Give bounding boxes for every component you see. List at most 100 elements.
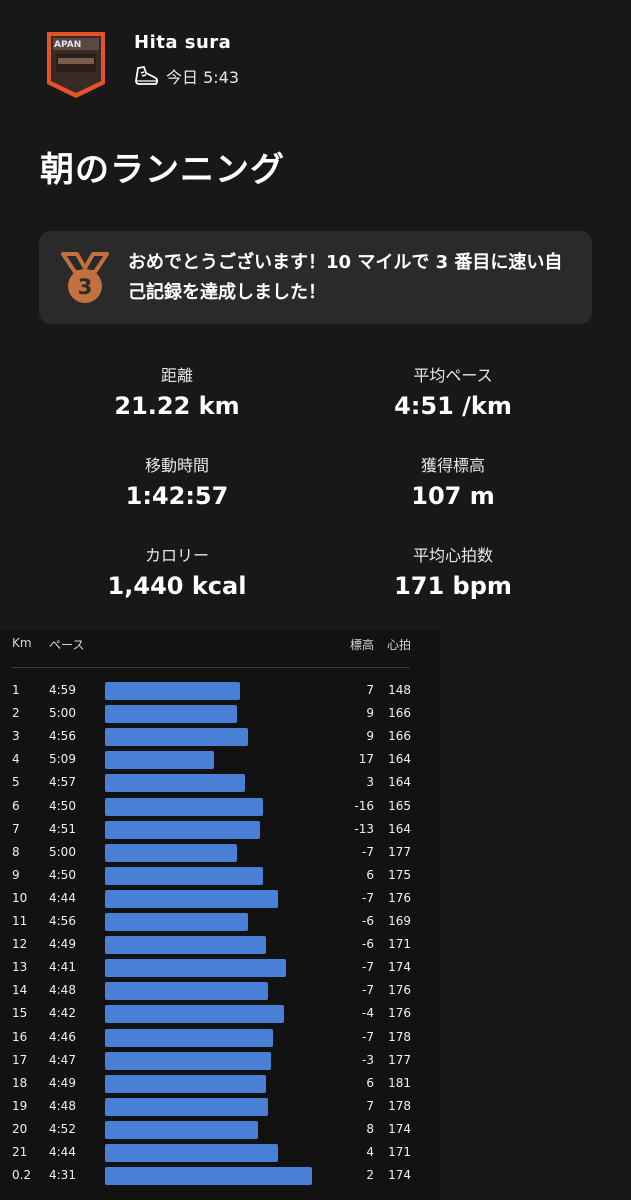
split-row[interactable]: 20 4:52 8 174: [0, 1118, 440, 1141]
split-pace-bar: [105, 751, 214, 770]
split-row[interactable]: 15 4:42 -4 176: [0, 1002, 440, 1025]
split-pace-bar: [105, 1051, 271, 1070]
split-km: 14: [12, 983, 28, 998]
split-pace: 4:42: [49, 1006, 76, 1021]
stat-distance: 距離 21.22 km: [57, 362, 297, 420]
split-pace: 4:44: [49, 1145, 76, 1159]
split-pace-bar: [105, 913, 248, 931]
split-row[interactable]: 5 4:57 3 164: [0, 771, 440, 794]
split-pace-bar: [105, 1097, 268, 1116]
split-pace: 4:50: [49, 798, 76, 813]
split-pace-bar: [105, 797, 263, 816]
split-elevation: -7: [362, 890, 374, 905]
split-elevation: -7: [362, 1029, 374, 1044]
split-pace: 4:48: [49, 983, 76, 998]
split-row[interactable]: 7 4:51 -13 164: [0, 818, 440, 841]
split-pace: 4:47: [49, 1052, 76, 1067]
split-heart-rate: 171: [388, 1145, 411, 1159]
split-row[interactable]: 16 4:46 -7 178: [0, 1026, 440, 1049]
split-row[interactable]: 19 4:48 7 178: [0, 1095, 440, 1118]
split-row[interactable]: 17 4:47 -3 177: [0, 1049, 440, 1072]
split-pace-bar: [105, 1074, 266, 1093]
split-km: 4: [12, 752, 20, 767]
activity-timestamp: 今日 5:43: [166, 68, 240, 87]
split-row[interactable]: 2 5:00 9 166: [0, 702, 440, 725]
stat-value: 107 m: [411, 482, 495, 510]
split-pace: 4:49: [49, 1075, 76, 1090]
split-pace: 4:41: [49, 960, 76, 975]
split-row[interactable]: 12 4:49 -6 171: [0, 933, 440, 956]
split-row[interactable]: 4 5:09 17 164: [0, 748, 440, 771]
split-elevation: -3: [362, 1052, 374, 1067]
athlete-name[interactable]: Hita sura: [134, 32, 239, 54]
split-pace: 4:44: [49, 890, 76, 905]
split-elevation: 4: [366, 1145, 374, 1159]
split-elevation: 8: [366, 1121, 374, 1136]
split-pace: 4:56: [49, 914, 76, 928]
split-row[interactable]: 13 4:41 -7 174: [0, 956, 440, 979]
split-km: 10: [12, 890, 28, 905]
split-row[interactable]: 21 4:44 4 171: [0, 1141, 440, 1164]
athlete-avatar[interactable]: APAN: [44, 30, 108, 100]
stat-label: 平均心拍数: [412, 546, 493, 565]
split-pace: 4:51: [49, 821, 76, 836]
split-elevation: 7: [366, 1098, 374, 1113]
split-row[interactable]: 1 4:59 7 148: [0, 679, 440, 702]
split-pace: 4:52: [49, 1121, 76, 1136]
split-km: 7: [12, 821, 20, 836]
split-heart-rate: 166: [388, 706, 411, 721]
stat-average-pace: 平均ペース 4:51 /km: [333, 362, 573, 420]
split-elevation: -7: [362, 960, 374, 975]
split-elevation: -4: [362, 1006, 374, 1021]
split-pace-bar: [105, 843, 237, 862]
split-pace: 4:56: [49, 729, 76, 744]
split-row[interactable]: 6 4:50 -16 165: [0, 795, 440, 818]
stat-average-heart-rate: 平均心拍数 171 bpm: [333, 542, 573, 600]
achievement-card[interactable]: 3 おめでとうございます！10 マイルで 3 番目に速い自己記録を達成しました！: [39, 231, 592, 324]
split-km: 9: [12, 867, 20, 882]
split-elevation: -7: [362, 983, 374, 998]
split-pace-bar: [105, 774, 245, 793]
split-row[interactable]: 14 4:48 -7 176: [0, 979, 440, 1002]
split-heart-rate: 164: [388, 821, 411, 836]
split-km: 16: [12, 1029, 28, 1044]
split-pace-bar: [105, 1028, 273, 1047]
split-pace-bar: [105, 820, 260, 839]
split-row[interactable]: 10 4:44 -7 176: [0, 887, 440, 910]
split-row[interactable]: 0.2 4:31 2 174: [0, 1164, 440, 1187]
split-pace-bar: [105, 866, 263, 885]
split-pace-bar: [105, 705, 237, 724]
stat-label: カロリー: [144, 546, 209, 565]
split-row[interactable]: 11 4:56 -6 169: [0, 910, 440, 933]
split-km: 1: [12, 683, 20, 697]
split-heart-rate: 174: [388, 1121, 411, 1136]
split-km: 2: [12, 706, 20, 721]
split-pace: 4:59: [49, 683, 76, 697]
split-elevation: -16: [354, 798, 374, 813]
stat-calories: カロリー 1,440 kcal: [57, 542, 297, 600]
splits-table: Km ペース 標高 心拍 1 4:59 7 14 8 2 5:00 9 166 3 4:56 9 166…: [0, 630, 440, 1200]
split-elevation: -13: [354, 821, 374, 836]
split-heart-rate: 176: [388, 890, 411, 905]
split-row[interactable]: 8 5:00 -7 177: [0, 841, 440, 864]
stat-moving-time: 移動時間 1:42:57: [57, 452, 297, 510]
header-elevation: 標高: [349, 638, 374, 652]
splits-header: Km ペース 標高 心拍: [0, 630, 440, 667]
split-heart-rate: 164: [388, 775, 411, 790]
split-heart-rate: 165: [388, 798, 411, 813]
split-km: 0.2: [12, 1168, 32, 1183]
split-pace: 4:49: [49, 937, 76, 952]
split-row[interactable]: 3 4:56 9 166: [0, 725, 440, 748]
split-row[interactable]: 9 4:50 6 175: [0, 864, 440, 887]
split-pace-bar: [105, 1005, 284, 1024]
split-km: 11: [12, 914, 28, 928]
split-row[interactable]: 18 4:49 6 181: [0, 1072, 440, 1095]
split-elevation: -6: [362, 914, 374, 928]
header-km: Km: [12, 636, 32, 650]
svg-text:APAN: APAN: [54, 40, 81, 50]
split-pace-bar: [105, 728, 248, 747]
activity-title[interactable]: 朝のランニング: [40, 142, 285, 191]
activity-meta: 今日 5:43: [134, 64, 239, 88]
header-pace: ペース: [49, 638, 85, 652]
bronze-medal-icon: 3: [61, 251, 109, 303]
